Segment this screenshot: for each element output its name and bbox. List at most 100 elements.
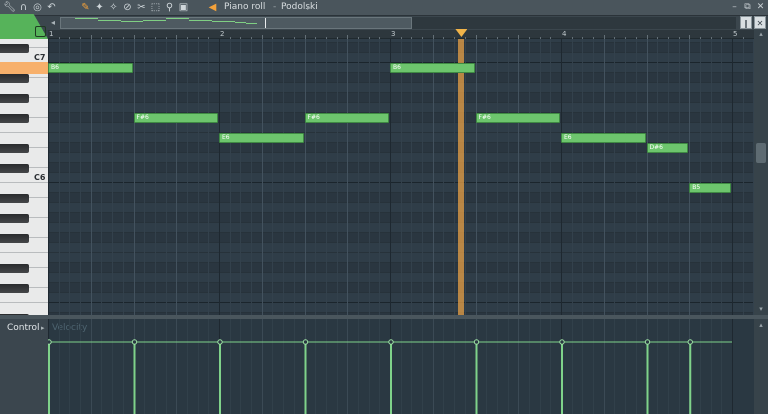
magnet-icon[interactable]: ∩ bbox=[17, 1, 30, 14]
ruler-bar-number: 4 bbox=[562, 30, 567, 38]
grid-column-line bbox=[347, 39, 348, 315]
black-key[interactable] bbox=[0, 194, 29, 203]
mute-icon[interactable]: ⊘ bbox=[121, 1, 134, 14]
zoom-icon[interactable]: ⚲ bbox=[163, 1, 176, 14]
grid-column-line bbox=[369, 39, 370, 315]
note[interactable]: B6 bbox=[390, 63, 475, 73]
vertical-scroll-thumb[interactable] bbox=[756, 143, 766, 163]
chevron-right-icon[interactable]: ▸ bbox=[307, 1, 311, 14]
speaker-icon[interactable]: ◀ bbox=[206, 1, 219, 14]
overview-note bbox=[211, 21, 235, 23]
grid-column-line bbox=[529, 39, 530, 315]
scroll-up-icon[interactable]: ▴ bbox=[756, 321, 766, 330]
key-divider bbox=[0, 302, 48, 303]
overview-scroll-thumb[interactable] bbox=[60, 17, 412, 29]
note[interactable]: D#6 bbox=[646, 143, 689, 153]
grid-column-line bbox=[743, 39, 744, 315]
brush-icon[interactable]: ✦ bbox=[93, 1, 106, 14]
grid-column-line bbox=[721, 39, 722, 315]
grid-column-line bbox=[476, 39, 477, 315]
wrench-icon[interactable]: 🔧︎ bbox=[3, 1, 16, 14]
grid-column-line bbox=[497, 39, 498, 315]
black-key[interactable] bbox=[0, 164, 29, 173]
velocity-handle bbox=[217, 339, 223, 345]
overview-position-marker bbox=[265, 18, 266, 28]
grid-column-line bbox=[112, 39, 113, 315]
scroll-down-icon[interactable]: ▾ bbox=[756, 305, 766, 314]
grid-column-line bbox=[59, 39, 60, 315]
grid-column-line bbox=[294, 39, 295, 315]
instrument-name[interactable]: Podolski bbox=[281, 1, 318, 14]
undo-icon[interactable]: ↶ bbox=[45, 1, 58, 14]
chevron-left-icon[interactable]: ◂ bbox=[48, 17, 58, 29]
black-key[interactable] bbox=[0, 94, 29, 103]
slice-icon[interactable]: ✂ bbox=[135, 1, 148, 14]
time-ruler[interactable]: 1 2 3 4 5 bbox=[48, 30, 754, 39]
grid-column-line bbox=[401, 39, 402, 315]
grid-column-line bbox=[272, 39, 273, 315]
close-icon[interactable]: ✕ bbox=[755, 2, 766, 13]
vertical-scrollbar[interactable] bbox=[754, 30, 768, 316]
black-key[interactable] bbox=[0, 264, 29, 273]
overview-note bbox=[166, 18, 189, 19]
grid-column-line bbox=[230, 39, 231, 315]
grid-column-line bbox=[572, 39, 573, 315]
note[interactable]: E6 bbox=[219, 133, 304, 143]
grid-column-line bbox=[711, 39, 712, 315]
title-bar: 🔧︎ ∩ ◎ ↶ ✎ ✦ ✧ ⊘ ✂ ⬚ ⚲ ▣ ◀ Piano roll - … bbox=[0, 0, 768, 16]
overview-note bbox=[189, 20, 212, 22]
pencil-icon[interactable]: ✎ bbox=[79, 1, 92, 14]
velocity-handle bbox=[687, 339, 693, 345]
overview-menu-icon[interactable]: ‖ bbox=[740, 16, 752, 29]
ruler-bar-number: 3 bbox=[391, 30, 396, 38]
grid-column-line bbox=[134, 39, 135, 315]
delete-icon[interactable]: ✧ bbox=[107, 1, 120, 14]
velocity-handle bbox=[644, 339, 651, 345]
overview-note bbox=[143, 20, 167, 22]
black-key[interactable] bbox=[0, 44, 29, 53]
black-key[interactable] bbox=[0, 114, 29, 123]
control-scrollbar[interactable] bbox=[754, 319, 768, 414]
note[interactable]: F#6 bbox=[304, 113, 389, 123]
grid-column-line bbox=[625, 39, 626, 315]
control-label[interactable]: Control bbox=[7, 323, 40, 333]
velocity-bars[interactable] bbox=[48, 319, 754, 414]
scroll-up-icon[interactable]: ▴ bbox=[756, 30, 766, 39]
grid-column-line bbox=[187, 39, 188, 315]
velocity-lane[interactable]: Velocity bbox=[48, 319, 754, 414]
chevron-right-icon[interactable]: ▸ bbox=[41, 324, 45, 332]
piano-keyboard[interactable]: C7 C6 bbox=[0, 39, 48, 315]
grid-column-line bbox=[508, 39, 509, 315]
grid-column-line bbox=[454, 39, 455, 315]
restore-icon[interactable]: ⧉ bbox=[742, 2, 753, 13]
overview-note bbox=[246, 23, 258, 25]
note[interactable]: E6 bbox=[561, 133, 646, 143]
octave-label: C6 bbox=[34, 173, 46, 182]
grid-column-line bbox=[411, 39, 412, 315]
black-key[interactable] bbox=[0, 214, 29, 223]
grid-column-line bbox=[636, 39, 637, 315]
black-key[interactable] bbox=[0, 144, 29, 153]
black-key[interactable] bbox=[0, 234, 29, 243]
select-icon[interactable]: ⬚ bbox=[149, 1, 162, 14]
corner-toggle-icon[interactable] bbox=[35, 26, 46, 37]
note[interactable]: B5 bbox=[689, 183, 731, 193]
grid-column-line bbox=[208, 39, 209, 315]
black-key[interactable] bbox=[0, 74, 29, 83]
note-grid[interactable]: B6 F#6 E6 F#6 B6 F#6 E6 D#6 B5 bbox=[48, 39, 754, 315]
note[interactable]: B6 bbox=[48, 63, 133, 73]
playback-icon[interactable]: ▣ bbox=[177, 1, 190, 14]
note[interactable]: F#6 bbox=[133, 113, 218, 123]
stamp-icon[interactable]: ◎ bbox=[31, 1, 44, 14]
minimize-icon[interactable]: – bbox=[729, 2, 740, 13]
grid-column-line bbox=[390, 39, 391, 315]
key-divider bbox=[0, 132, 48, 133]
note[interactable]: F#6 bbox=[475, 113, 560, 123]
overview-note bbox=[120, 21, 144, 23]
key-divider bbox=[0, 182, 48, 183]
grid-column-line bbox=[647, 39, 648, 315]
overview-close-icon[interactable]: ✕ bbox=[754, 16, 766, 29]
black-key[interactable] bbox=[0, 284, 29, 293]
key-divider bbox=[0, 252, 48, 253]
ruler-bar-number: 1 bbox=[49, 30, 54, 38]
